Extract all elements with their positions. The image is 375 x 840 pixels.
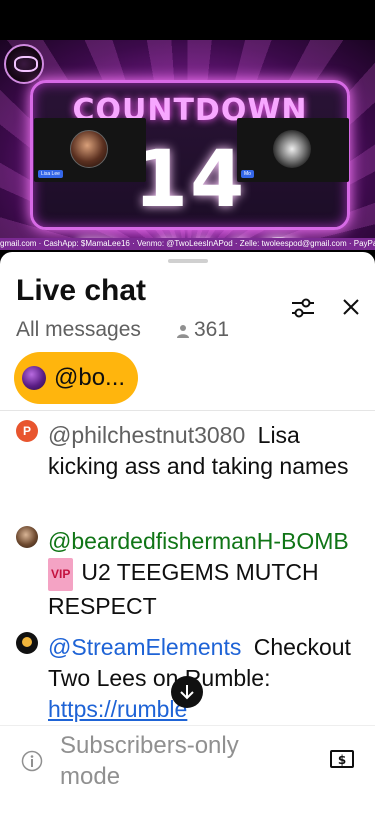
donation-ticker: gmail.com · CashApp: $MamaLee16 · Venmo:… — [0, 238, 375, 250]
message-author[interactable]: @StreamElements — [48, 634, 241, 660]
close-icon[interactable] — [340, 296, 362, 318]
chat-input-area: Subscribers-only mode $ — [0, 725, 375, 840]
scroll-to-bottom-button[interactable] — [171, 676, 203, 708]
avatar[interactable]: P — [16, 420, 38, 442]
message-author[interactable]: @philchestnut3080 — [48, 422, 245, 448]
status-bar — [0, 0, 375, 40]
chat-message[interactable]: P @philchestnut3080 Lisa kicking ass and… — [16, 420, 356, 482]
pinned-avatar — [22, 366, 46, 390]
message-link[interactable]: https://rumble — [48, 696, 187, 722]
pinned-label: @bo... — [54, 364, 126, 391]
arrow-down-icon — [180, 685, 194, 700]
webcam-left-face — [70, 130, 108, 168]
video-player[interactable]: COUNTDOWN 14 DAYS Lisa Lee Mo gmail.com … — [0, 40, 375, 250]
live-chat-panel: Live chat All messages 361 @bo... P @phi… — [0, 252, 375, 840]
drag-handle[interactable] — [168, 259, 208, 263]
webcam-right-tag: Mo — [241, 170, 254, 178]
chat-message[interactable]: @beardedfishermanH-BOMB VIP U2 TEEGEMS MUT… — [16, 526, 356, 622]
avatar[interactable] — [16, 632, 38, 654]
viewer-count: 361 — [194, 318, 230, 341]
vip-badge: VIP — [48, 558, 74, 591]
chat-title: Live chat — [16, 274, 147, 307]
pinned-message-chip[interactable]: @bo... — [14, 352, 138, 404]
chat-filter-label[interactable]: All messages — [16, 318, 141, 342]
message-body: @StreamElements Checkout Two Lees on Rum… — [48, 632, 356, 725]
svg-text:$: $ — [338, 753, 346, 767]
message-author[interactable]: @beardedfishermanH-BOMB — [48, 528, 349, 554]
webcam-left-tag: Lisa Lee — [38, 170, 63, 178]
filter-icon[interactable] — [290, 296, 316, 320]
webcam-right-image — [273, 130, 311, 168]
message-body: @beardedfishermanH-BOMB VIP U2 TEEGEMS MUT… — [48, 526, 356, 622]
webcam-left: Lisa Lee — [34, 118, 146, 182]
webcam-right: Mo — [237, 118, 349, 182]
money-icon[interactable]: $ — [330, 750, 354, 768]
subscribers-only-notice: Subscribers-only mode — [60, 732, 239, 790]
divider — [0, 410, 375, 411]
viewer-icon — [177, 325, 189, 338]
message-body: @philchestnut3080 Lisa kicking ass and t… — [48, 420, 356, 482]
info-icon[interactable] — [21, 750, 43, 772]
avatar[interactable] — [16, 526, 38, 548]
message-text: U2 TEEGEMS MUTCH RESPECT — [48, 559, 319, 619]
channel-logo — [4, 44, 44, 84]
